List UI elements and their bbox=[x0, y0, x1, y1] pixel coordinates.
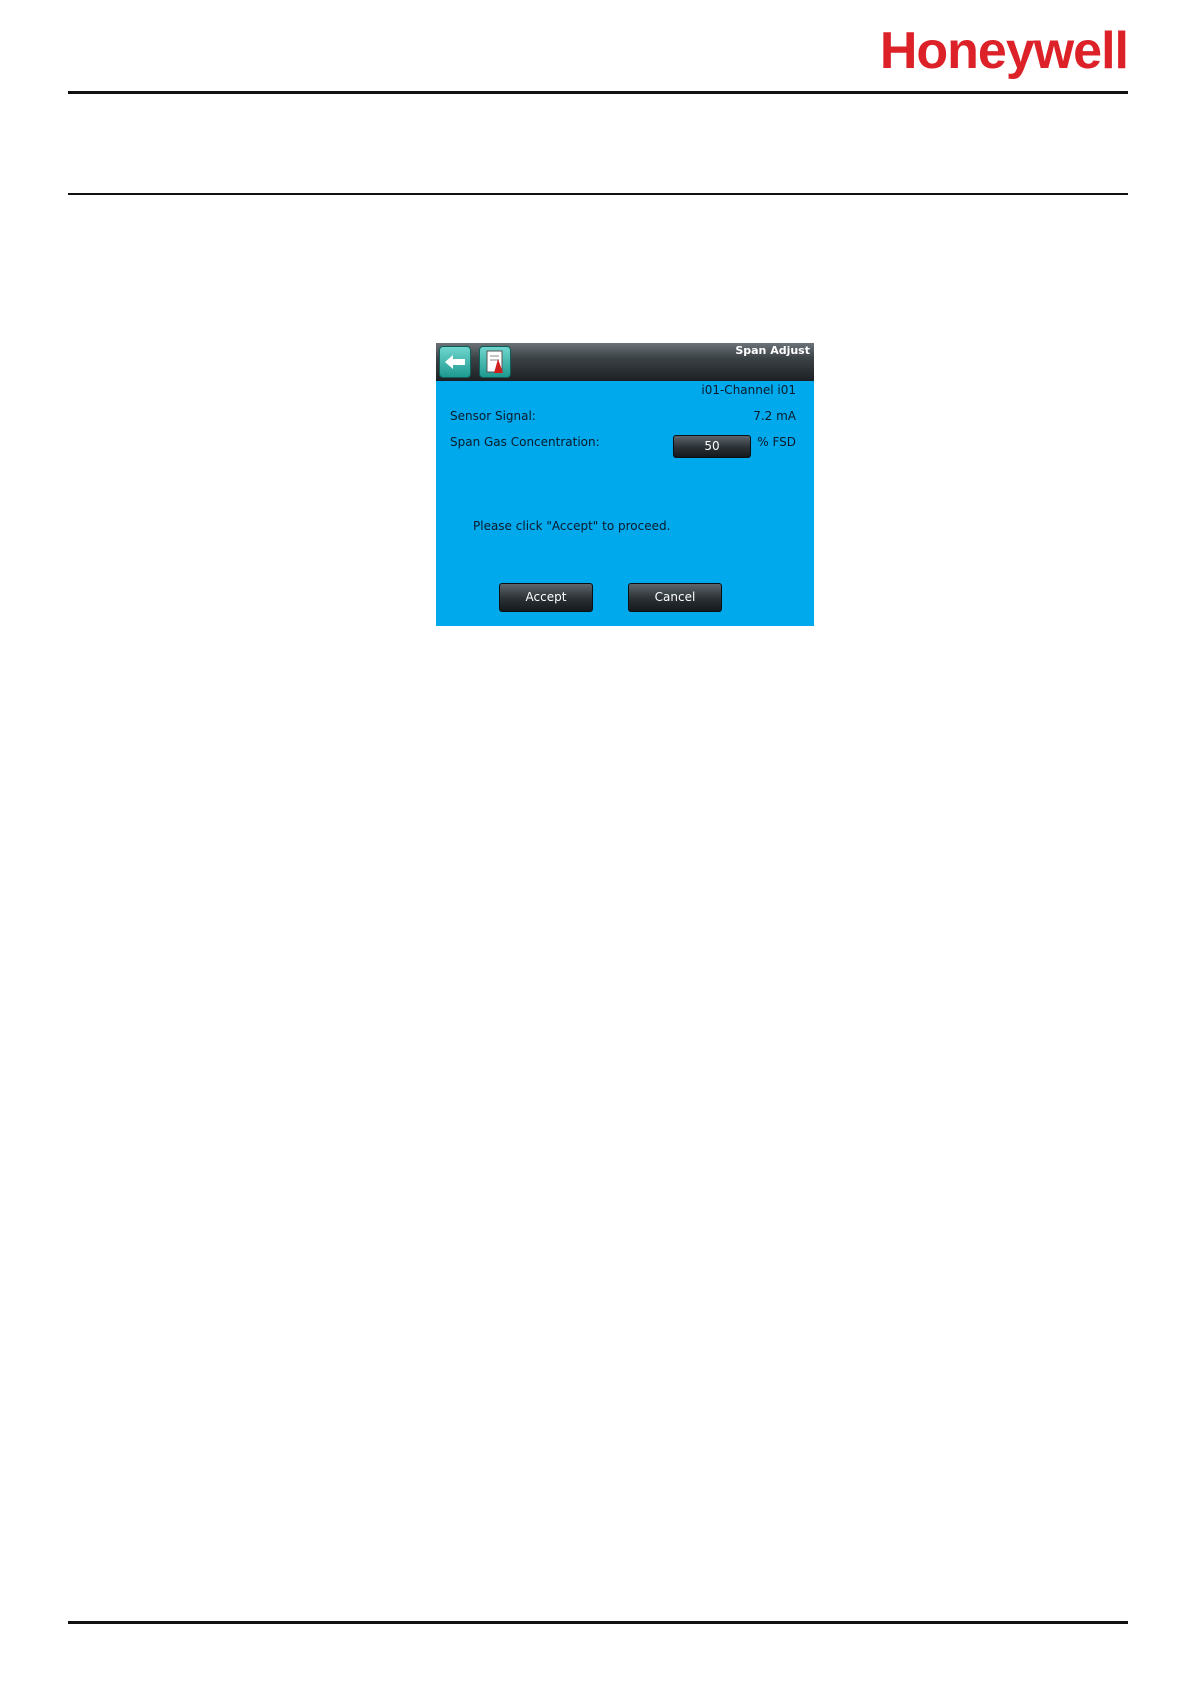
span-gas-label: Span Gas Concentration: bbox=[450, 435, 600, 449]
accept-button[interactable]: Accept bbox=[499, 583, 593, 612]
footer-rule bbox=[68, 1621, 1128, 1624]
span-gas-unit: % FSD bbox=[757, 435, 796, 449]
channel-label: i01-Channel i01 bbox=[701, 383, 796, 397]
back-button[interactable] bbox=[439, 346, 471, 378]
span-adjust-screen: Span Adjust i01-Channel i01 Sensor Signa… bbox=[436, 343, 814, 626]
back-arrow-icon bbox=[445, 355, 465, 369]
document-icon bbox=[486, 350, 503, 373]
sensor-signal-label: Sensor Signal: bbox=[450, 409, 536, 423]
section-rule bbox=[68, 193, 1128, 195]
screen-title-bar: Span Adjust bbox=[436, 343, 814, 381]
header-rule bbox=[68, 91, 1128, 94]
document-button[interactable] bbox=[479, 346, 511, 378]
sensor-signal-value: 7.2 mA bbox=[753, 409, 796, 423]
screen-title: Span Adjust bbox=[735, 344, 810, 357]
cancel-button[interactable]: Cancel bbox=[628, 583, 722, 612]
span-gas-value-button[interactable]: 50 bbox=[673, 435, 751, 458]
proceed-prompt: Please click "Accept" to proceed. bbox=[473, 519, 671, 533]
honeywell-logo: Honeywell bbox=[879, 22, 1129, 80]
